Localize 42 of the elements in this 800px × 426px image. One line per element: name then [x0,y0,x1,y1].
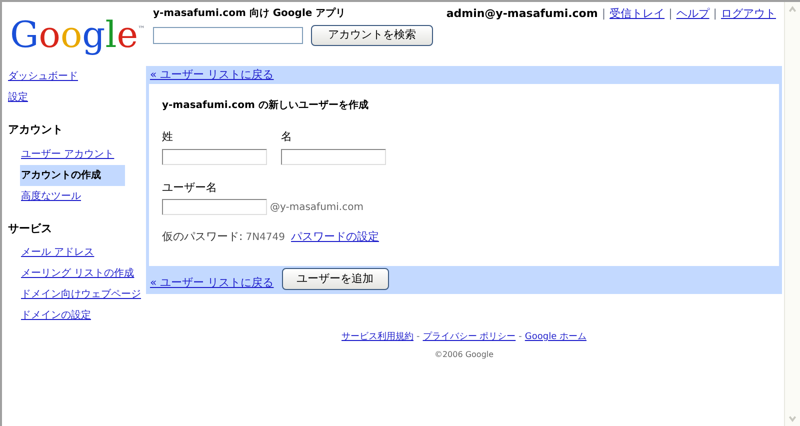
copyright: ©2006 Google [434,348,494,360]
sidebar-item[interactable]: ドメイン向けウェブページ [20,284,141,305]
sidebar-heading: サービス [8,220,53,236]
sidebar-heading: アカウント [8,122,64,138]
sidebar-item[interactable]: ユーザー アカウント [20,144,114,164]
app-title: y-masafumi.com 向け Google アプリ [153,6,347,21]
add-user-button[interactable]: ユーザーを追加 [282,268,389,290]
back-link[interactable]: « ユーザー リストに戻る [150,66,274,84]
separator: | [713,6,717,22]
last-name-field[interactable] [162,148,267,164]
sidebar-item[interactable]: メーリング リストの作成 [20,263,134,284]
field-label: ユーザー名 [162,180,218,196]
separator: | [668,6,672,22]
footer-link[interactable]: サービス利用規約 [342,331,414,344]
field-label: 姓 [162,129,174,145]
form-title: y-masafumi.com の新しいユーザーを作成 [162,98,370,113]
first-name-field[interactable] [281,148,386,164]
password-label: 仮のパスワード: [162,229,243,245]
search-button[interactable]: アカウントを検索 [311,25,434,46]
header-link[interactable]: ヘルプ [676,6,710,22]
password-value: 7N4749 [246,230,286,245]
sidebar-item[interactable]: メール アドレス [20,242,94,263]
separator: - [518,331,522,344]
sidebar-item[interactable]: 設定 [8,87,28,108]
sidebar-item[interactable]: ドメインの設定 [20,305,91,326]
user-email: admin@y-masafumi.com [446,6,598,22]
sidebar-item[interactable]: アカウントの作成 [20,164,125,186]
password-link[interactable]: パスワードの設定 [291,229,380,246]
separator: - [416,331,420,344]
footer-link[interactable]: プライバシー ポリシー [422,331,516,344]
separator: | [602,6,606,22]
back-link[interactable]: « ユーザー リストに戻る [150,274,274,291]
search-field[interactable] [153,27,304,44]
footer-link[interactable]: Google ホーム [524,331,586,344]
sidebar-item[interactable]: 高度なツール [20,186,81,206]
scrollbar[interactable] [784,2,800,426]
field-label: 名 [281,129,293,145]
username-field[interactable] [162,199,267,215]
header-link[interactable]: ログアウト [721,6,776,22]
header-link[interactable]: 受信トレイ [610,6,665,22]
sidebar-item[interactable]: ダッシュボード [8,66,78,87]
domain-suffix: @y-masafumi.com [270,201,364,215]
